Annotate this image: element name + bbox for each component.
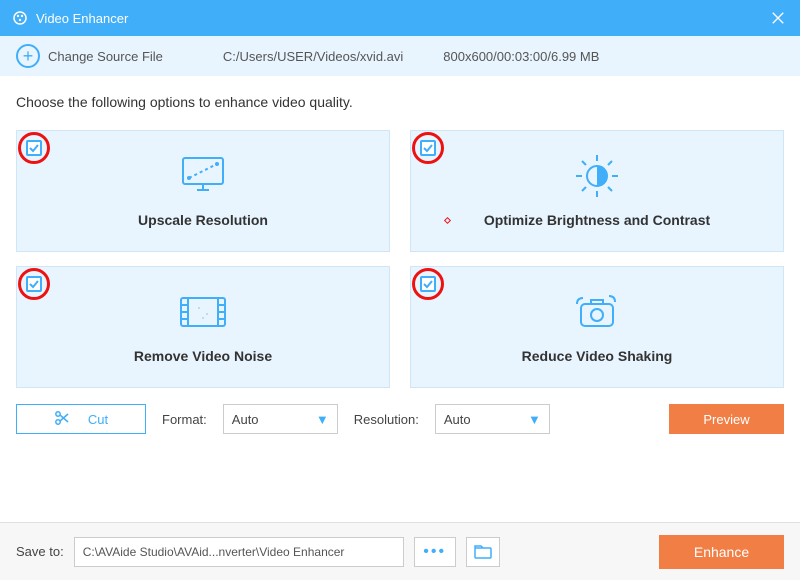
format-select[interactable]: Auto ▼ xyxy=(223,404,338,434)
format-label: Format: xyxy=(162,412,207,427)
folder-icon xyxy=(474,545,492,559)
open-folder-button[interactable] xyxy=(466,537,500,567)
app-icon xyxy=(12,10,28,26)
source-bar: + Change Source File C:/Users/USER/Video… xyxy=(0,36,800,76)
red-marker xyxy=(444,217,451,224)
card-upscale-resolution[interactable]: Upscale Resolution xyxy=(16,130,390,252)
chevron-down-icon: ▼ xyxy=(316,412,329,427)
chevron-down-icon: ▼ xyxy=(528,412,541,427)
change-source-button[interactable]: Change Source File xyxy=(48,49,163,64)
card-label: Optimize Brightness and Contrast xyxy=(484,212,710,228)
cut-label: Cut xyxy=(88,412,108,427)
card-reduce-shaking[interactable]: Reduce Video Shaking xyxy=(410,266,784,388)
film-icon xyxy=(175,290,231,334)
monitor-icon xyxy=(175,154,231,198)
titlebar: Video Enhancer xyxy=(0,0,800,36)
camera-icon xyxy=(569,290,625,334)
source-path: C:/Users/USER/Videos/xvid.avi xyxy=(223,49,403,64)
checkbox-noise[interactable] xyxy=(26,276,42,292)
checkbox-brightness[interactable] xyxy=(420,140,436,156)
footer: Save to: ••• Enhance xyxy=(0,522,800,580)
more-button[interactable]: ••• xyxy=(414,537,456,567)
brightness-icon xyxy=(572,154,622,198)
card-label: Remove Video Noise xyxy=(134,348,272,364)
add-source-icon[interactable]: + xyxy=(16,44,40,68)
save-path-input[interactable] xyxy=(74,537,404,567)
cut-button[interactable]: Cut xyxy=(16,404,146,434)
resolution-value: Auto xyxy=(444,412,471,427)
resolution-select[interactable]: Auto ▼ xyxy=(435,404,550,434)
content: Choose the following options to enhance … xyxy=(0,76,800,444)
close-icon[interactable] xyxy=(768,8,788,28)
window-title: Video Enhancer xyxy=(36,11,768,26)
card-label: Reduce Video Shaking xyxy=(522,348,673,364)
checkbox-shaking[interactable] xyxy=(420,276,436,292)
source-info: 800x600/00:03:00/6.99 MB xyxy=(443,49,599,64)
instruction-text: Choose the following options to enhance … xyxy=(16,94,784,110)
resolution-label: Resolution: xyxy=(354,412,419,427)
checkbox-upscale[interactable] xyxy=(26,140,42,156)
save-to-label: Save to: xyxy=(16,544,64,559)
scissors-icon xyxy=(54,410,70,429)
options-grid: Upscale Resolution Optimize Brightness a… xyxy=(16,130,784,388)
card-optimize-brightness[interactable]: Optimize Brightness and Contrast xyxy=(410,130,784,252)
controls-row: Cut Format: Auto ▼ Resolution: Auto ▼ Pr… xyxy=(16,404,784,434)
enhance-button[interactable]: Enhance xyxy=(659,535,784,569)
card-label: Upscale Resolution xyxy=(138,212,268,228)
preview-button[interactable]: Preview xyxy=(669,404,784,434)
card-remove-noise[interactable]: Remove Video Noise xyxy=(16,266,390,388)
format-value: Auto xyxy=(232,412,259,427)
